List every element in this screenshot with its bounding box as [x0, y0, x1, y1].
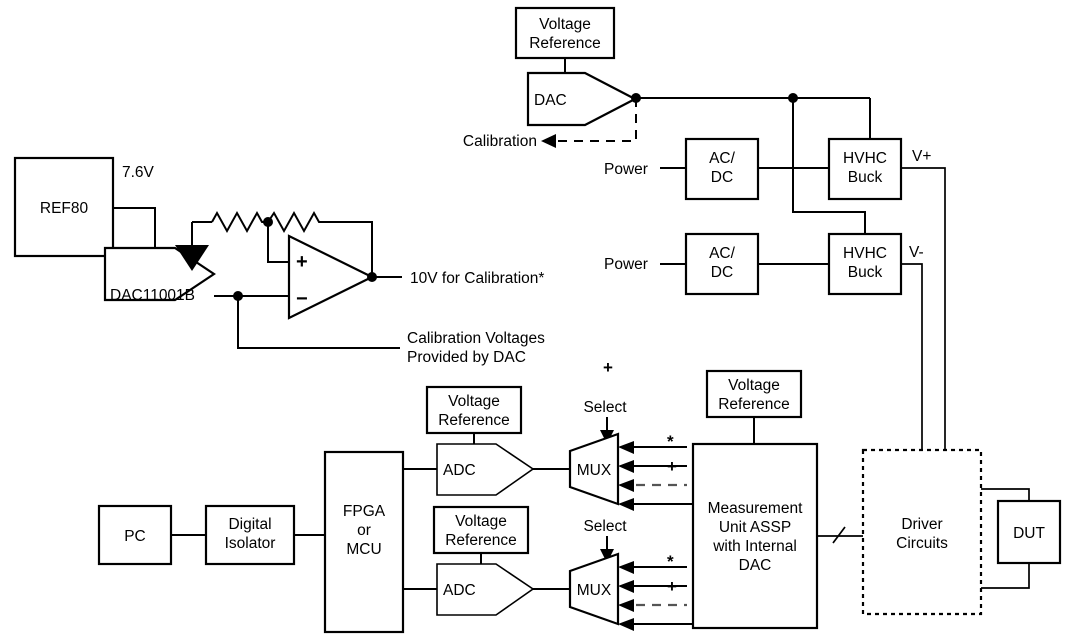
digital-isolator-group: Digital Isolator	[204, 504, 296, 566]
plus-marker-label: +	[603, 358, 613, 377]
calibration-voltages-label-line1: Calibration Voltages	[407, 330, 545, 347]
driver-circuits-label-line2: Circuits	[896, 535, 948, 552]
resistor-2-icon	[267, 210, 326, 234]
adc-top-label: ADC	[443, 462, 476, 479]
ref80-voltage-label: 7.6V	[122, 164, 155, 181]
wire-driver-to-dut-bottom	[981, 563, 1030, 589]
v-plus-label: V+	[912, 148, 931, 165]
acdc-top-label-line2: DC	[711, 169, 733, 186]
adc-top-group: ADC	[436, 443, 535, 496]
pc-label: PC	[124, 528, 146, 545]
mux-bottom-input-plus-arrowhead	[618, 580, 634, 593]
mux-bottom-label: MUX	[577, 582, 612, 599]
measurement-unit-label-line3: with Internal	[712, 538, 797, 555]
digital-isolator-label-line2: Isolator	[225, 535, 276, 552]
fpga-mcu-label-line3: MCU	[346, 541, 381, 558]
mux-top-group: MUX	[568, 432, 620, 506]
mux-bottom-input-star-arrowhead	[618, 561, 634, 574]
wire-v-plus-rail	[901, 167, 946, 450]
wire-v-minus-rail	[901, 263, 923, 450]
mux-top-input-star-label: *	[667, 432, 674, 451]
measurement-unit-box	[691, 442, 819, 630]
wire-driver-to-dut-top	[981, 488, 1030, 501]
mux-top-input-star-arrowhead	[618, 441, 634, 454]
measurement-unit-label-line4: DAC	[739, 557, 772, 574]
mux-bottom-input-star-label: *	[667, 552, 674, 571]
resistor-1-icon	[211, 210, 268, 234]
voltage-reference-top-label-line2: Reference	[529, 35, 601, 52]
hvhc-buck-bottom-label-line2: Buck	[848, 264, 883, 281]
mux-top-input-plus-arrowhead	[618, 460, 634, 473]
driver-circuits-label-line1: Driver	[901, 516, 942, 533]
mux-top-label: MUX	[577, 462, 612, 479]
voltage-reference-top-label-line1: Voltage	[539, 16, 591, 33]
opamp-plus-label: +	[296, 251, 308, 273]
pc-group: PC	[97, 504, 173, 566]
ref80-group: REF80	[13, 156, 115, 258]
mux-bottom-input-plus-label: +	[667, 577, 677, 596]
measurement-unit-label-line2: Unit ASSP	[719, 519, 791, 536]
fpga-mcu-label-line1: FPGA	[343, 503, 386, 520]
adc-bottom-group: ADC	[436, 563, 535, 616]
bus-slash-marker-icon	[832, 526, 846, 544]
acdc-top-label-line1: AC/	[709, 150, 736, 167]
voltage-reference-adc-bottom-label-line2: Reference	[445, 532, 517, 549]
dut-group: DUT	[996, 499, 1062, 565]
wire-ref80-to-dac11001b	[113, 207, 156, 248]
voltage-reference-measurement-label-line2: Reference	[718, 396, 790, 413]
dac11001b-label: DAC11001B	[110, 287, 195, 304]
opamp-minus-label: −	[296, 288, 308, 310]
voltage-reference-adc-bottom-group: Voltage Reference	[432, 505, 530, 555]
fpga-mcu-label-line2: or	[357, 522, 371, 539]
hvhc-buck-top-label-line1: HVHC	[843, 150, 887, 167]
measurement-unit-group: Measurement Unit ASSP with Internal DAC	[691, 442, 819, 630]
mux-top-input-measurement-arrowhead	[618, 498, 634, 511]
junction-dot-opamp-output	[367, 272, 377, 282]
voltage-reference-adc-top-group: Voltage Reference	[425, 385, 523, 435]
acdc-bottom-group: AC/ DC	[684, 232, 760, 296]
voltage-reference-measurement-label-line1: Voltage	[728, 377, 780, 394]
dut-label: DUT	[1013, 525, 1045, 542]
power-bottom-label: Power	[604, 256, 648, 273]
hvhc-buck-bottom-group: HVHC Buck	[827, 232, 903, 296]
voltage-reference-adc-top-label-line1: Voltage	[448, 393, 500, 410]
select-bottom-label: Select	[583, 518, 627, 535]
fpga-mcu-group: FPGA or MCU	[323, 450, 405, 634]
acdc-bottom-label-line2: DC	[711, 264, 733, 281]
power-top-label: Power	[604, 161, 648, 178]
mux-top-input-dashed-arrowhead	[618, 479, 634, 492]
driver-circuits-group: Driver Circuits	[861, 448, 983, 616]
measurement-unit-label-line1: Measurement	[708, 500, 803, 517]
calibration-label: Calibration	[463, 133, 537, 150]
mux-bottom-group: MUX	[568, 552, 620, 626]
hvhc-buck-top-label-line2: Buck	[848, 169, 883, 186]
voltage-reference-top-group: Voltage Reference	[514, 6, 616, 60]
dac-top-group: DAC	[526, 71, 638, 127]
ten-volt-calibration-label: 10V for Calibration*	[410, 270, 544, 287]
calibration-voltages-label-line2: Provided by DAC	[407, 349, 526, 366]
calibration-arrowhead	[541, 134, 556, 148]
v-minus-label: V-	[909, 244, 924, 261]
select-top-label: Select	[583, 399, 627, 416]
acdc-bottom-label-line1: AC/	[709, 245, 736, 262]
opamp-group: + −	[287, 234, 375, 320]
dac-top-label: DAC	[534, 92, 567, 109]
ref80-label: REF80	[40, 200, 89, 217]
voltage-reference-adc-top-label-line2: Reference	[438, 412, 510, 429]
block-diagram-canvas: Voltage Reference DAC Calibration Power …	[0, 0, 1076, 644]
hvhc-buck-top-group: HVHC Buck	[827, 137, 903, 201]
digital-isolator-label-line1: Digital	[228, 516, 271, 533]
mux-top-input-plus-label: +	[667, 457, 677, 476]
acdc-top-group: AC/ DC	[684, 137, 760, 201]
voltage-reference-measurement-group: Voltage Reference	[705, 369, 803, 419]
voltage-reference-adc-bottom-label-line1: Voltage	[455, 513, 507, 530]
mux-bottom-input-dashed-arrowhead	[618, 599, 634, 612]
hvhc-buck-bottom-label-line1: HVHC	[843, 245, 887, 262]
mux-bottom-input-measurement-arrowhead	[618, 618, 634, 631]
adc-bottom-label: ADC	[443, 582, 476, 599]
